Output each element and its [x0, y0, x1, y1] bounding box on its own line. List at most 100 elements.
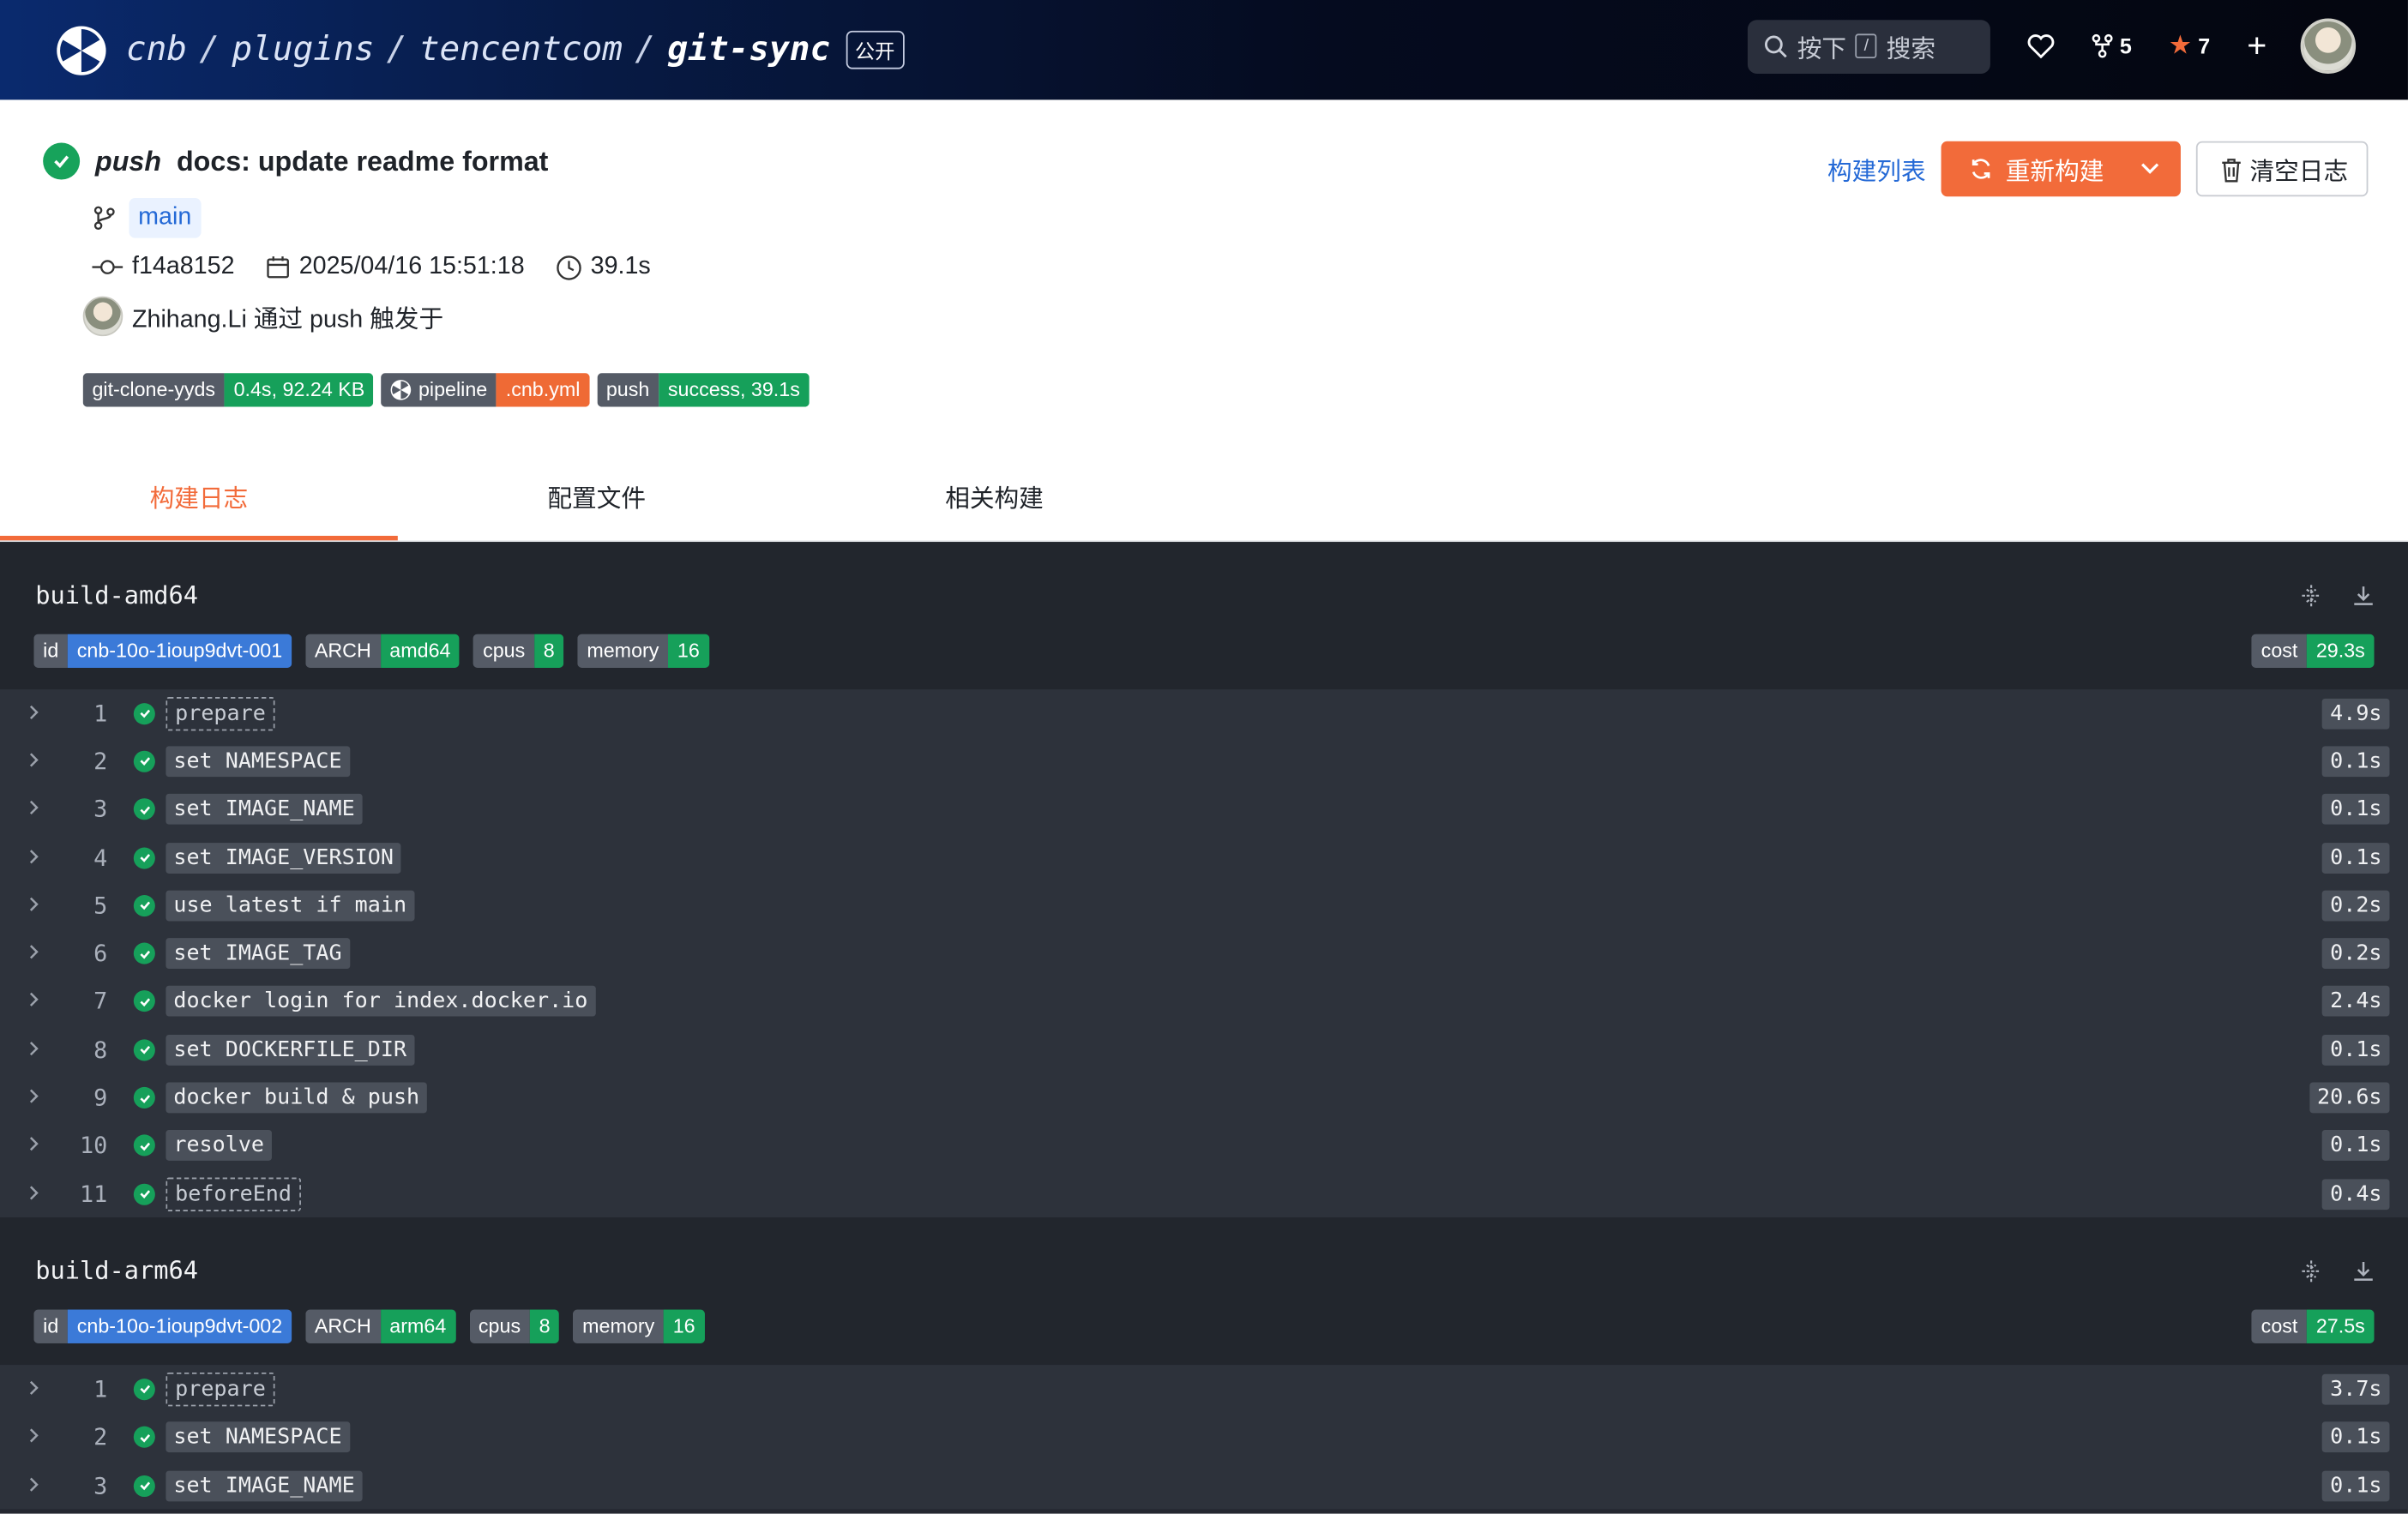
- step-row[interactable]: 7 docker login for index.docker.io 2.4s: [0, 977, 2408, 1025]
- status-badge-label: git-clone-yyds: [82, 373, 225, 407]
- heart-icon[interactable]: [2027, 33, 2055, 59]
- step-number: 7: [93, 988, 108, 1016]
- clear-log-button[interactable]: 清空日志: [2195, 141, 2369, 197]
- chevron-right-icon[interactable]: [27, 895, 52, 916]
- cnb-logo-icon[interactable]: [55, 24, 107, 76]
- step-row[interactable]: 4 set IMAGE_VERSION 0.1s: [0, 833, 2408, 881]
- job-tag-key: id: [33, 634, 69, 668]
- step-number: 3: [93, 796, 108, 824]
- chevron-right-icon[interactable]: [27, 1087, 52, 1108]
- chevron-right-icon[interactable]: [27, 991, 52, 1012]
- job-toolbar: [2301, 585, 2375, 610]
- crumb-separator: /: [199, 30, 220, 69]
- status-badge-key: push: [605, 377, 650, 401]
- step-row[interactable]: 9 docker build & push 20.6s: [0, 1073, 2408, 1121]
- crumb-group[interactable]: plugins: [232, 31, 374, 69]
- step-number: 2: [93, 1423, 108, 1451]
- collapse-all-icon[interactable]: [2301, 585, 2322, 610]
- fork-icon: [2092, 33, 2114, 58]
- job-tags: id cnb-10o-1ioup9dvt-001 ARCH amd64 cpus 8 mem…: [33, 634, 709, 668]
- step-duration: 3.7s: [2322, 1373, 2390, 1405]
- step-row[interactable]: 3 set IMAGE_NAME 0.1s: [0, 785, 2408, 833]
- step-success-icon: [133, 942, 155, 964]
- step-row[interactable]: 5 use latest if main 0.2s: [0, 881, 2408, 929]
- step-row[interactable]: 2 set NAMESPACE 0.1s: [0, 737, 2408, 785]
- step-name: set NAMESPACE: [166, 1421, 350, 1453]
- step-row[interactable]: 11 beforeEnd 0.4s: [0, 1170, 2408, 1218]
- job-tag-value: 16: [663, 1310, 705, 1344]
- user-avatar[interactable]: [2300, 18, 2357, 74]
- step-row[interactable]: 8 set DOCKERFILE_DIR 0.1s: [0, 1025, 2408, 1073]
- download-icon[interactable]: [2353, 1261, 2375, 1287]
- crumb-separator: /: [635, 30, 656, 69]
- step-success-icon: [133, 846, 155, 868]
- clock-icon: [556, 255, 581, 279]
- fork-button[interactable]: 5: [2092, 33, 2132, 58]
- plus-icon[interactable]: +: [2247, 26, 2267, 66]
- collapse-all-icon[interactable]: [2301, 1260, 2322, 1287]
- crumb-repo[interactable]: git-sync: [667, 31, 830, 69]
- chevron-right-icon[interactable]: [27, 943, 52, 964]
- chevron-down-icon[interactable]: [2140, 163, 2159, 175]
- crumb-org[interactable]: cnb: [126, 31, 187, 69]
- search-shortcut-key: /: [1855, 33, 1877, 59]
- chevron-right-icon[interactable]: [27, 1135, 52, 1157]
- step-row[interactable]: 6 set IMAGE_TAG 0.2s: [0, 929, 2408, 977]
- search-input[interactable]: 按下 / 搜索: [1748, 19, 1991, 74]
- step-row[interactable]: 2 set NAMESPACE 0.1s: [0, 1414, 2408, 1462]
- job-cost-value: 27.5s: [2307, 1310, 2375, 1344]
- status-badge: git-clone-yyds 0.4s, 92.24 KB: [82, 373, 375, 407]
- job-tag-key: memory: [577, 634, 669, 668]
- crumb-subgroup[interactable]: tencentcom: [419, 31, 623, 69]
- fork-count: 5: [2119, 33, 2132, 59]
- chevron-right-icon[interactable]: [27, 1039, 52, 1060]
- tab-related-builds[interactable]: 相关构建: [796, 460, 1194, 540]
- search-hint-press: 按下: [1797, 36, 1847, 63]
- tab-build-log[interactable]: 构建日志: [0, 460, 398, 541]
- job-tag: id cnb-10o-1ioup9dvt-001: [33, 634, 292, 668]
- commit-sha[interactable]: f14a8152: [132, 253, 235, 280]
- chevron-right-icon[interactable]: [27, 703, 52, 724]
- status-badge-label: pipeline: [381, 373, 497, 407]
- build-event: push: [95, 145, 162, 177]
- status-badge-value: 0.4s, 92.24 KB: [224, 373, 375, 407]
- step-duration: 0.1s: [2322, 1130, 2390, 1162]
- job-title: build-arm64: [35, 1256, 198, 1286]
- build-tabs: 构建日志 配置文件 相关构建: [0, 460, 2408, 543]
- author-avatar[interactable]: [82, 296, 123, 337]
- job-tags: id cnb-10o-1ioup9dvt-002 ARCH arm64 cpus 8 mem…: [33, 1310, 705, 1344]
- chevron-right-icon[interactable]: [27, 1427, 52, 1448]
- build-date: 2025/04/16 15:51:18: [298, 253, 525, 279]
- visibility-badge: 公开: [846, 30, 905, 69]
- chevron-right-icon[interactable]: [27, 751, 52, 772]
- chevron-right-icon[interactable]: [27, 1183, 52, 1205]
- chevron-right-icon[interactable]: [27, 1379, 52, 1400]
- job-toolbar: [2301, 1260, 2375, 1287]
- rebuild-button[interactable]: 重新构建: [1941, 141, 2181, 197]
- step-success-icon: [133, 798, 155, 820]
- chevron-right-icon[interactable]: [27, 847, 52, 868]
- step-row[interactable]: 1 prepare 4.9s: [0, 689, 2408, 737]
- tab-config-file[interactable]: 配置文件: [398, 460, 796, 540]
- job-tag-key: cpus: [473, 634, 535, 668]
- step-success-icon: [133, 1038, 155, 1060]
- star-button[interactable]: ★ 7: [2169, 31, 2210, 62]
- step-name: set DOCKERFILE_DIR: [166, 1034, 415, 1066]
- chevron-right-icon[interactable]: [27, 1475, 52, 1496]
- step-success-icon: [133, 1134, 155, 1157]
- build-list-link[interactable]: 构建列表: [1827, 150, 1926, 187]
- crumb-separator: /: [386, 30, 407, 69]
- step-row[interactable]: 1 prepare 3.7s: [0, 1365, 2408, 1413]
- download-icon[interactable]: [2353, 585, 2375, 610]
- step-row[interactable]: 10 resolve 0.1s: [0, 1121, 2408, 1169]
- step-name: docker build & push: [166, 1082, 428, 1114]
- step-row[interactable]: 3 set IMAGE_NAME 0.1s: [0, 1462, 2408, 1510]
- job-section: build-arm64 id cnb-10o-1ioup9dvt-002 ARCH ar…: [0, 1217, 2408, 1510]
- job-tag-value: cnb-10o-1ioup9dvt-001: [68, 634, 292, 668]
- chevron-right-icon[interactable]: [27, 799, 52, 820]
- step-name: resolve: [166, 1130, 272, 1162]
- branch-link[interactable]: main: [129, 198, 202, 238]
- step-duration: 0.1s: [2322, 1469, 2390, 1501]
- job-tag-value: 16: [668, 634, 709, 668]
- status-badge: pipeline .cnb.yml: [381, 373, 590, 407]
